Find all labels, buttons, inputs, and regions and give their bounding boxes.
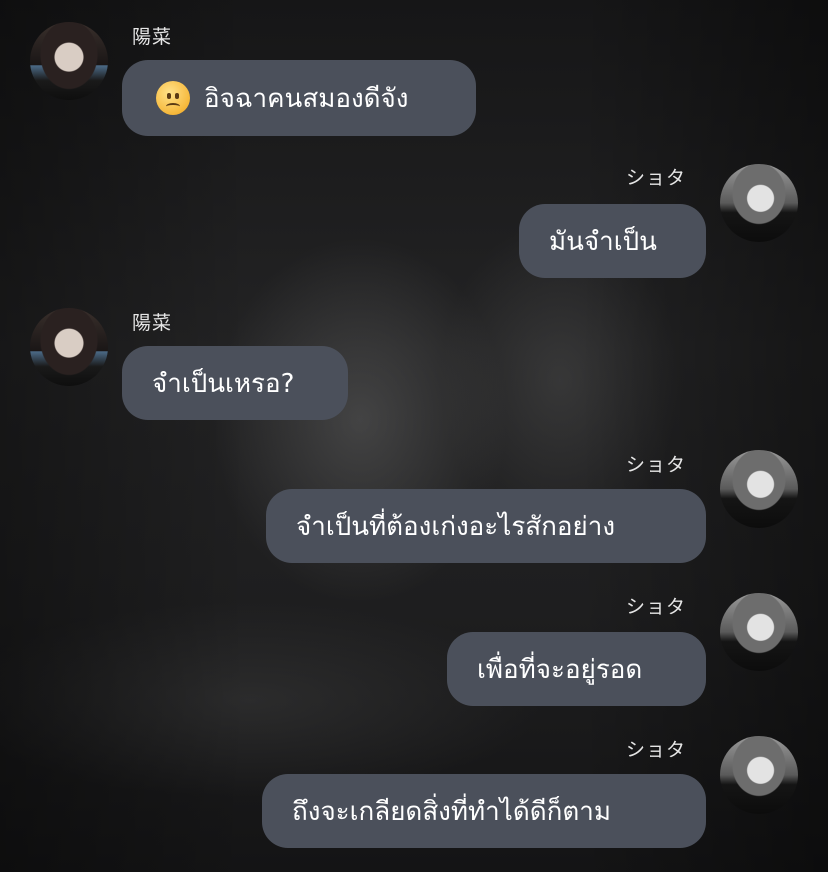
message-bubble[interactable]: จำเป็นที่ต้องเก่งอะไรสักอย่าง [266, 489, 706, 563]
sender-name: ショタ [626, 596, 687, 618]
message-text: เพื่อที่จะอยู่รอด [477, 654, 643, 685]
sender-name: 陽菜 [132, 312, 173, 334]
message-bubble[interactable]: ถึงจะเกลียดสิ่งที่ทำได้ดีก็ตาม [262, 774, 706, 848]
message-bubble[interactable]: อิจฉาคนสมองดีจัง [122, 60, 476, 136]
avatar[interactable] [720, 593, 798, 671]
avatar[interactable] [30, 22, 108, 100]
message-bubble[interactable]: จำเป็นเหรอ? [122, 346, 348, 420]
avatar[interactable] [720, 736, 798, 814]
sender-name: ショタ [626, 739, 687, 761]
message-text: มันจำเป็น [549, 226, 657, 257]
sender-name: 陽菜 [132, 26, 173, 48]
sender-name: ショタ [626, 167, 687, 189]
avatar[interactable] [30, 308, 108, 386]
message-text: ถึงจะเกลียดสิ่งที่ทำได้ดีก็ตาม [292, 796, 611, 827]
sender-name: ショタ [626, 454, 687, 476]
frowning-face-mouth [166, 103, 180, 110]
avatar[interactable] [720, 450, 798, 528]
message-bubble[interactable]: เพื่อที่จะอยู่รอด [447, 632, 706, 706]
message-text: อิจฉาคนสมองดีจัง [204, 83, 409, 114]
message-bubble[interactable]: มันจำเป็น [519, 204, 706, 278]
message-text: จำเป็นที่ต้องเก่งอะไรสักอย่าง [296, 511, 616, 542]
frowning-face-icon [156, 81, 190, 115]
message-text: จำเป็นเหรอ? [152, 368, 295, 399]
avatar[interactable] [720, 164, 798, 242]
